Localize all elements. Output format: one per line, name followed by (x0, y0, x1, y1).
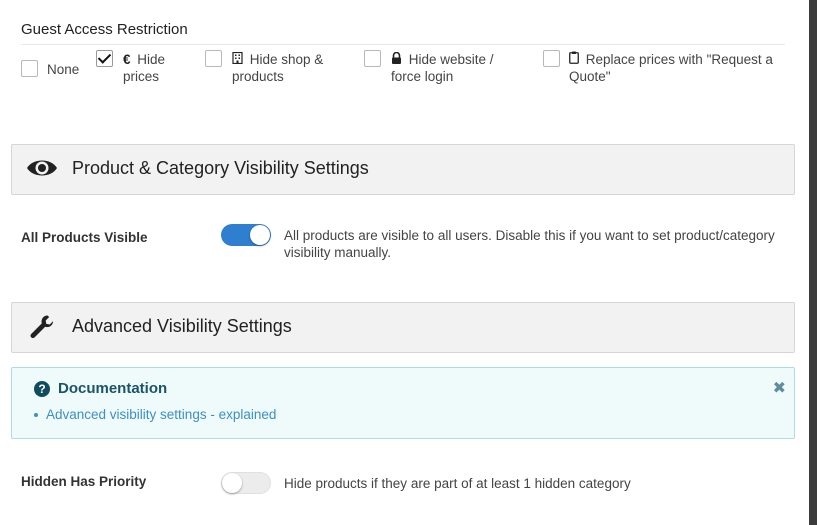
option-hide-website-label: Hide website / force login (391, 51, 494, 84)
documentation-box: ? Documentation ✖ Advanced visibility se… (11, 367, 795, 439)
bullet (34, 413, 38, 417)
advanced-visibility-link[interactable]: Advanced visibility settings - explained (46, 407, 276, 422)
visibility-section-header: Product & Category Visibility Settings (11, 144, 795, 195)
checkbox-request-quote[interactable] (543, 50, 560, 67)
window-edge (809, 0, 817, 525)
close-icon[interactable]: ✖ (773, 378, 786, 398)
euro-icon: € (123, 52, 131, 67)
clipboard-icon (569, 51, 579, 68)
checkbox-hide-shop[interactable] (205, 50, 222, 67)
option-none-label: None (47, 62, 80, 77)
advanced-section-header: Advanced Visibility Settings (11, 302, 795, 353)
hidden-has-priority-description: Hide products if they are part of at lea… (284, 476, 631, 491)
checkbox-hide-website[interactable] (364, 50, 381, 67)
checkbox-none[interactable] (21, 60, 38, 77)
checkbox-hide-prices[interactable] (96, 50, 113, 67)
all-products-visible-description: All products are visible to all users. D… (284, 228, 775, 260)
question-circle-icon: ? (34, 381, 50, 397)
guest-access-title: Guest Access Restriction (21, 21, 188, 38)
all-products-visible-label: All Products Visible (21, 230, 148, 245)
option-request-quote-label: Replace prices with "Request a Quote" (569, 51, 773, 84)
toggle-knob (250, 225, 270, 245)
option-hide-shop-label: Hide shop & products (232, 51, 324, 84)
divider (21, 44, 785, 45)
lock-icon (391, 51, 402, 68)
advanced-section-title: Advanced Visibility Settings (72, 316, 292, 336)
hidden-has-priority-toggle[interactable] (221, 472, 271, 494)
documentation-title: Documentation (58, 380, 168, 397)
visibility-section-title: Product & Category Visibility Settings (72, 158, 369, 178)
building-icon (232, 51, 243, 68)
eye-icon (26, 155, 58, 186)
hidden-has-priority-label: Hidden Has Priority (21, 474, 147, 489)
toggle-knob (222, 473, 242, 493)
wrench-icon (28, 313, 56, 346)
all-products-visible-toggle[interactable] (221, 224, 271, 246)
option-hide-prices-label: € Hide prices (123, 52, 166, 84)
